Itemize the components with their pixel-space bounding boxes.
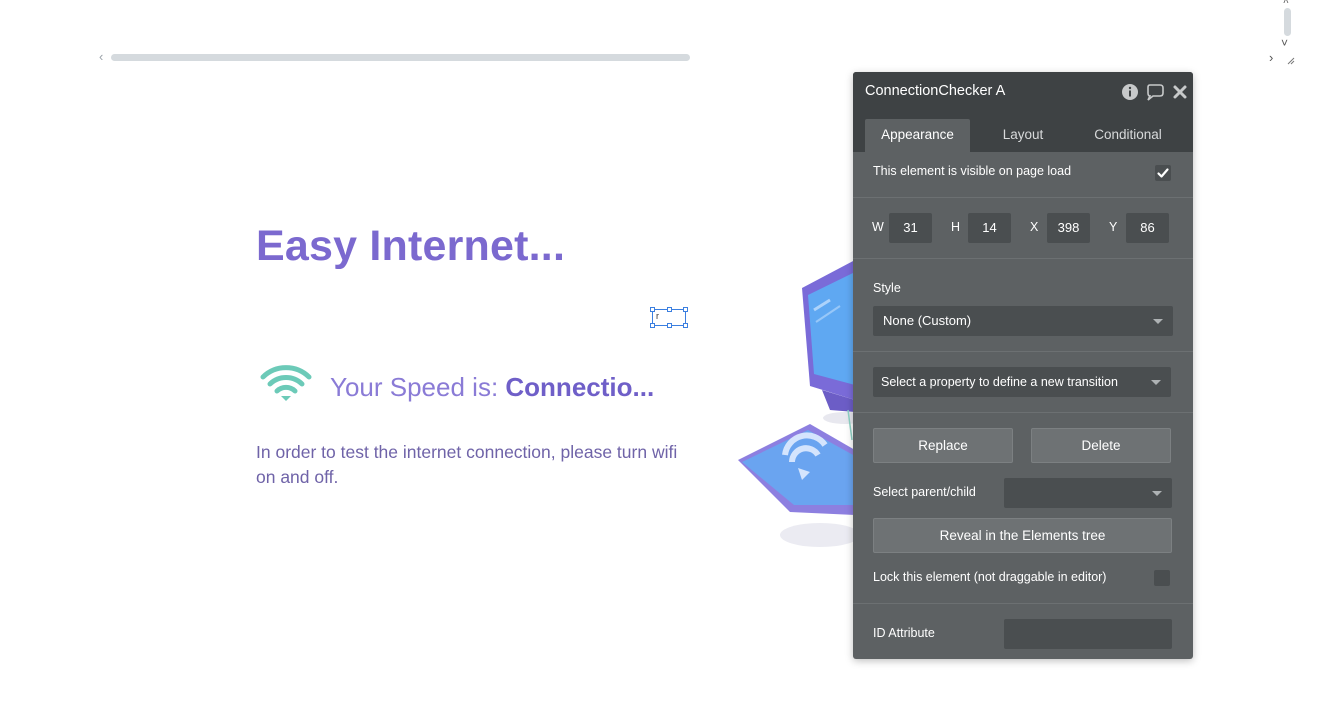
delete-button[interactable]: Delete [1031, 428, 1171, 463]
parent-child-label: Select parent/child [873, 485, 976, 499]
height-input[interactable]: 14 [968, 213, 1011, 243]
divider [853, 258, 1193, 259]
resize-handle[interactable] [650, 307, 655, 312]
visible-on-load-label: This element is visible on page load [873, 164, 1072, 178]
resize-grip-icon[interactable] [1287, 57, 1295, 65]
panel-header[interactable]: ConnectionChecker A [853, 72, 1193, 112]
id-attribute-label: ID Attribute [873, 626, 935, 640]
info-icon[interactable] [1121, 83, 1139, 101]
check-icon [1157, 168, 1169, 178]
selected-element-box[interactable]: r [650, 307, 688, 328]
chevron-down-icon [1152, 491, 1162, 496]
divider [853, 603, 1193, 604]
height-label: H [951, 220, 961, 234]
connection-checker-text[interactable]: Connectio... [505, 372, 654, 402]
horizontal-scrollbar[interactable] [111, 54, 690, 61]
chevron-down-icon [1151, 380, 1161, 385]
divider [853, 197, 1193, 198]
scroll-down-arrow[interactable]: ˅ [1281, 36, 1288, 50]
parent-child-select[interactable] [1004, 478, 1172, 508]
resize-handle[interactable] [667, 307, 672, 312]
x-input[interactable]: 398 [1047, 213, 1090, 243]
speed-text: Your Speed is: Connectio... [330, 372, 654, 403]
devices-illustration[interactable] [730, 250, 855, 560]
tab-appearance[interactable]: Appearance [865, 119, 970, 152]
reveal-in-elements-tree-button[interactable]: Reveal in the Elements tree [873, 518, 1172, 553]
resize-handle[interactable] [667, 323, 672, 328]
tab-conditional[interactable]: Conditional [1078, 119, 1178, 152]
resize-handle[interactable] [683, 323, 688, 328]
scroll-left-arrow[interactable]: ‹ [99, 50, 103, 63]
scroll-right-arrow[interactable]: › [1269, 50, 1273, 65]
vertical-scrollbar[interactable] [1284, 8, 1291, 36]
lock-element-checkbox[interactable] [1154, 570, 1170, 586]
style-select-value: None (Custom) [883, 313, 972, 328]
scroll-up-arrow[interactable]: ˄ [1283, 0, 1289, 7]
width-label: W [872, 220, 884, 234]
visible-on-load-checkbox[interactable] [1155, 165, 1171, 181]
resize-handle[interactable] [683, 307, 688, 312]
speed-prefix: Your Speed is: [330, 372, 506, 402]
y-label: Y [1109, 220, 1118, 234]
style-select[interactable]: None (Custom) [873, 306, 1173, 336]
property-editor-panel[interactable]: ConnectionChecker A Appearance Layout Co… [853, 72, 1193, 659]
resize-handle[interactable] [650, 323, 655, 328]
chevron-down-icon [1153, 319, 1163, 324]
wifi-icon [260, 365, 312, 401]
style-label: Style [873, 281, 901, 295]
comment-icon[interactable] [1145, 83, 1165, 101]
width-input[interactable]: 31 [889, 213, 932, 243]
close-icon[interactable] [1171, 83, 1189, 101]
id-attribute-input[interactable] [1004, 619, 1172, 649]
divider [853, 351, 1193, 352]
transition-select[interactable]: Select a property to define a new transi… [873, 367, 1171, 397]
divider [853, 412, 1193, 413]
y-input[interactable]: 86 [1126, 213, 1169, 243]
x-label: X [1030, 220, 1039, 234]
instructions-text[interactable]: In order to test the internet connection… [256, 440, 696, 490]
selected-element-text: r [656, 311, 659, 321]
lock-element-label: Lock this element (not draggable in edit… [873, 570, 1107, 584]
transition-select-placeholder: Select a property to define a new transi… [881, 375, 1118, 389]
tab-layout[interactable]: Layout [973, 119, 1073, 152]
page-headline[interactable]: Easy Internet... [256, 222, 565, 271]
panel-title: ConnectionChecker A [865, 83, 1006, 99]
panel-tabs: Appearance Layout Conditional [853, 112, 1193, 152]
replace-button[interactable]: Replace [873, 428, 1013, 463]
